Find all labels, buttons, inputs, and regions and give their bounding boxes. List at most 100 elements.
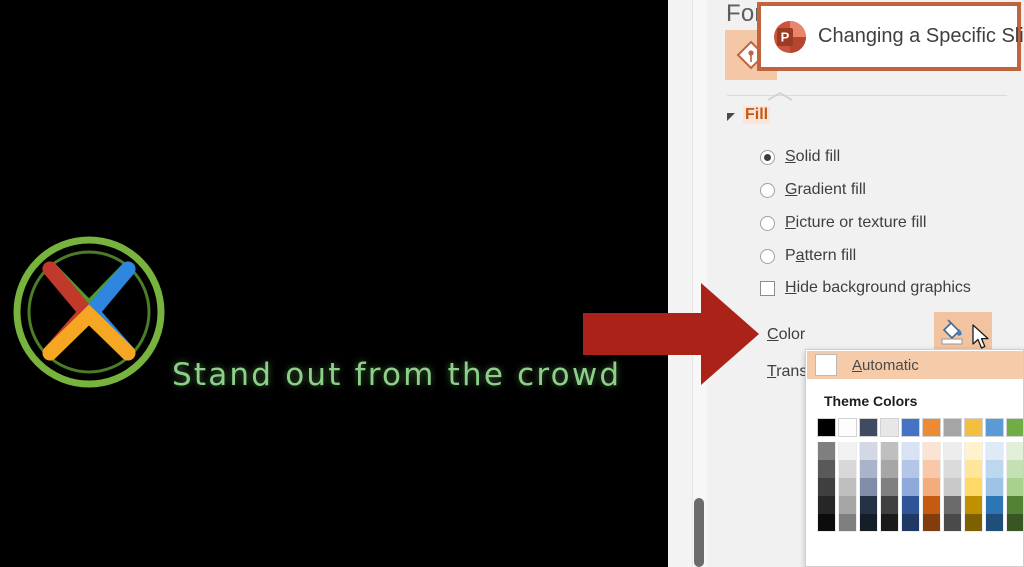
- theme-swatch-dark-slate[interactable]: [859, 418, 878, 437]
- theme-swatch-gray-variant-2[interactable]: [943, 460, 962, 478]
- theme-swatch-light-blue-variant-4[interactable]: [985, 496, 1004, 514]
- theme-color-column-light-gray[interactable]: [880, 418, 899, 532]
- panel-scrollbar-thumb[interactable]: [694, 498, 704, 567]
- theme-swatch-white-variant-3[interactable]: [838, 478, 857, 496]
- theme-swatch-gray[interactable]: [943, 418, 962, 437]
- theme-swatch-black-variant-5[interactable]: [817, 514, 836, 532]
- theme-swatch-black-variant-4[interactable]: [817, 496, 836, 514]
- option-pattern-fill-label: Pattern fill: [785, 247, 857, 264]
- theme-swatch-light-gray-variant-5[interactable]: [880, 514, 899, 532]
- theme-swatch-amber-variant-3[interactable]: [964, 478, 983, 496]
- theme-swatch-green-variant-5[interactable]: [1006, 514, 1023, 532]
- option-pattern-fill[interactable]: Pattern fill: [760, 247, 856, 265]
- theme-swatch-blue[interactable]: [901, 418, 920, 437]
- theme-colors-heading: Theme Colors: [824, 393, 918, 409]
- theme-swatch-amber-variant-5[interactable]: [964, 514, 983, 532]
- theme-swatch-dark-slate-variant-4[interactable]: [859, 496, 878, 514]
- theme-swatch-amber-variant-2[interactable]: [964, 460, 983, 478]
- automatic-label: Automatic: [852, 356, 919, 374]
- theme-swatch-light-gray[interactable]: [880, 418, 899, 437]
- theme-swatch-blue-variant-4[interactable]: [901, 496, 920, 514]
- fill-section-header[interactable]: Fill: [727, 106, 771, 124]
- theme-swatch-amber-variant-1[interactable]: [964, 442, 983, 460]
- theme-swatch-green[interactable]: [1006, 418, 1023, 437]
- dropdown-item-automatic[interactable]: Automatic: [807, 351, 1023, 379]
- theme-swatch-amber[interactable]: [964, 418, 983, 437]
- slide-tagline: Stand out from the crowd: [172, 357, 622, 393]
- red-right-arrow-annotation: [583, 283, 759, 385]
- color-row-label: Color: [767, 326, 806, 343]
- theme-swatch-light-gray-variant-2[interactable]: [880, 460, 899, 478]
- theme-swatch-white[interactable]: [838, 418, 857, 437]
- theme-color-column-black[interactable]: [817, 418, 836, 532]
- radio-gradient-fill[interactable]: [760, 182, 775, 198]
- theme-swatch-white-variant-5[interactable]: [838, 514, 857, 532]
- theme-swatch-dark-slate-variant-3[interactable]: [859, 478, 878, 496]
- theme-swatch-gray-variant-5[interactable]: [943, 514, 962, 532]
- theme-swatch-orange-variant-4[interactable]: [922, 496, 941, 514]
- theme-color-column-green[interactable]: [1006, 418, 1023, 532]
- theme-swatch-orange-variant-1[interactable]: [922, 442, 941, 460]
- checkbox-hide-background-graphics[interactable]: [760, 280, 775, 296]
- theme-swatch-light-blue[interactable]: [985, 418, 1004, 437]
- theme-colors-grid[interactable]: [817, 418, 1023, 532]
- theme-color-column-light-blue[interactable]: [985, 418, 1004, 532]
- theme-swatch-orange[interactable]: [922, 418, 941, 437]
- radio-pattern-fill[interactable]: [760, 248, 775, 264]
- theme-swatch-black-variant-2[interactable]: [817, 460, 836, 478]
- theme-swatch-green-variant-3[interactable]: [1006, 478, 1023, 496]
- theme-swatch-dark-slate-variant-5[interactable]: [859, 514, 878, 532]
- radio-solid-fill[interactable]: [760, 149, 775, 165]
- theme-color-column-orange[interactable]: [922, 418, 941, 532]
- theme-swatch-light-gray-variant-4[interactable]: [880, 496, 899, 514]
- theme-swatch-light-blue-variant-3[interactable]: [985, 478, 1004, 496]
- option-solid-fill[interactable]: Solid fill: [760, 148, 840, 166]
- theme-swatch-blue-variant-2[interactable]: [901, 460, 920, 478]
- theme-swatch-gray-variant-4[interactable]: [943, 496, 962, 514]
- theme-swatch-gray-variant-3[interactable]: [943, 478, 962, 496]
- color-picker-button[interactable]: [934, 312, 992, 349]
- theme-swatch-gray-variant-1[interactable]: [943, 442, 962, 460]
- theme-swatch-blue-variant-5[interactable]: [901, 514, 920, 532]
- fill-section-title: Fill: [743, 106, 771, 124]
- option-hide-background-graphics-label: Hide background graphics: [785, 279, 971, 296]
- theme-color-column-gray[interactable]: [943, 418, 962, 532]
- theme-swatch-orange-variant-5[interactable]: [922, 514, 941, 532]
- theme-swatch-white-variant-2[interactable]: [838, 460, 857, 478]
- theme-color-column-amber[interactable]: [964, 418, 983, 532]
- theme-color-column-dark-slate[interactable]: [859, 418, 878, 532]
- theme-swatch-black-variant-1[interactable]: [817, 442, 836, 460]
- theme-swatch-dark-slate-variant-1[interactable]: [859, 442, 878, 460]
- theme-swatch-black[interactable]: [817, 418, 836, 437]
- collapse-triangle-icon[interactable]: [727, 112, 735, 121]
- theme-swatch-green-variant-2[interactable]: [1006, 460, 1023, 478]
- theme-swatch-blue-variant-3[interactable]: [901, 478, 920, 496]
- option-picture-texture-fill[interactable]: Picture or texture fill: [760, 214, 926, 232]
- theme-swatch-orange-variant-2[interactable]: [922, 460, 941, 478]
- theme-swatch-light-blue-variant-1[interactable]: [985, 442, 1004, 460]
- x-logo: [13, 236, 165, 388]
- option-hide-background-graphics[interactable]: Hide background graphics: [760, 279, 971, 297]
- theme-swatch-light-blue-variant-5[interactable]: [985, 514, 1004, 532]
- theme-swatch-light-gray-variant-1[interactable]: [880, 442, 899, 460]
- theme-swatch-orange-variant-3[interactable]: [922, 478, 941, 496]
- chevron-up-icon[interactable]: [767, 92, 793, 101]
- option-gradient-fill[interactable]: Gradient fill: [760, 181, 866, 199]
- radio-picture-texture-fill[interactable]: [760, 215, 775, 231]
- theme-swatch-white-variant-1[interactable]: [838, 442, 857, 460]
- slide-canvas[interactable]: Stand out from the crowd: [0, 0, 668, 567]
- option-gradient-fill-label: Gradient fill: [785, 181, 866, 198]
- theme-swatch-green-variant-4[interactable]: [1006, 496, 1023, 514]
- theme-swatch-white-variant-4[interactable]: [838, 496, 857, 514]
- theme-swatch-blue-variant-1[interactable]: [901, 442, 920, 460]
- theme-swatch-dark-slate-variant-2[interactable]: [859, 460, 878, 478]
- title-overlay-text: Changing a Specific Slide: [818, 25, 1024, 47]
- theme-swatch-light-gray-variant-3[interactable]: [880, 478, 899, 496]
- theme-swatch-light-blue-variant-2[interactable]: [985, 460, 1004, 478]
- theme-swatch-black-variant-3[interactable]: [817, 478, 836, 496]
- theme-swatch-amber-variant-4[interactable]: [964, 496, 983, 514]
- theme-swatch-green-variant-1[interactable]: [1006, 442, 1023, 460]
- option-solid-fill-label: Solid fill: [785, 148, 841, 165]
- theme-color-column-blue[interactable]: [901, 418, 920, 532]
- theme-color-column-white[interactable]: [838, 418, 857, 532]
